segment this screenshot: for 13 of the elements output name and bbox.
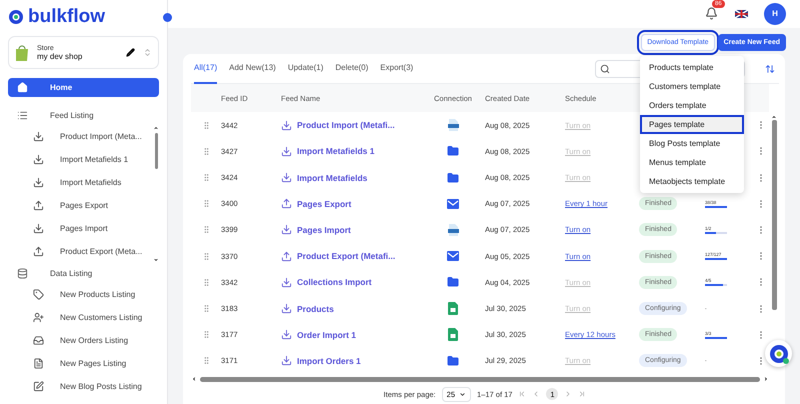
sidebar-item-label: Import Metafields [60, 178, 122, 187]
sidebar-item-label: New Products Listing [60, 290, 136, 299]
sidebar-item-label: New Orders Listing [60, 336, 128, 345]
sidebar-item-label: Import Metafields 1 [60, 155, 128, 164]
sidebar-item-label: Product Import (Meta... [60, 132, 142, 141]
sidebar-item-label: New Customers Listing [60, 313, 142, 322]
store-name: my dev shop [37, 52, 84, 60]
sidebar-item-label: Product Export (Meta... [60, 247, 142, 256]
sidebar-item-label: New Pages Listing [60, 359, 126, 368]
sidebar-item-label: Pages Export [60, 201, 108, 210]
brand-name: bulkflow [28, 6, 106, 28]
sidebar-item-label: Pages Import [60, 224, 108, 233]
sidebar-item-label: New Blog Posts Listing [60, 382, 142, 391]
